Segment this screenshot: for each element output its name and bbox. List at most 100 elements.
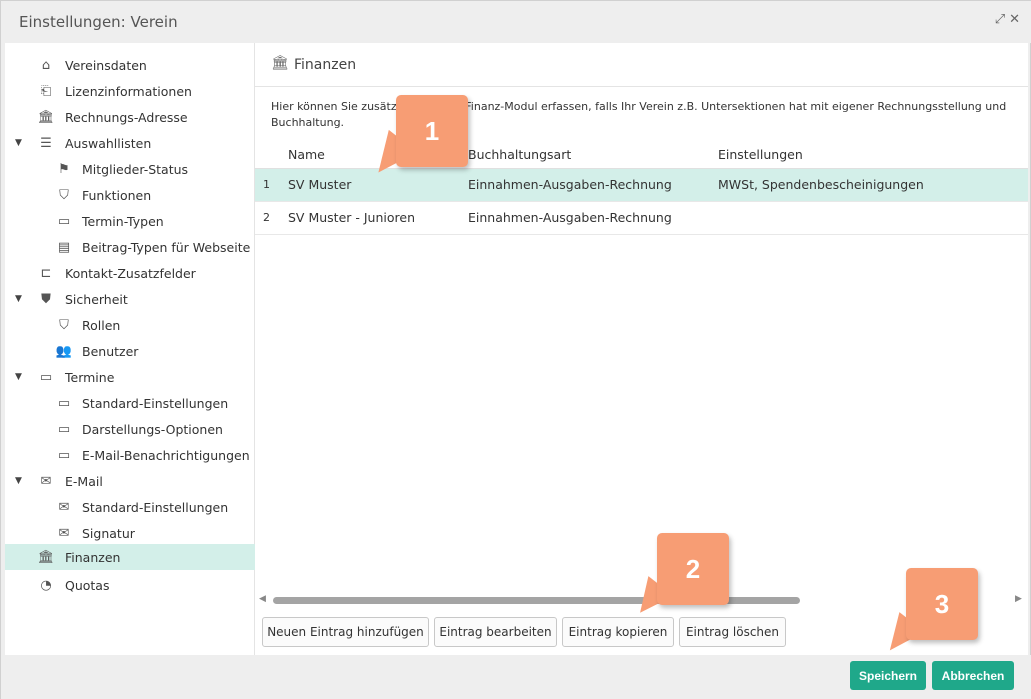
scroll-left-icon[interactable]: ◀: [259, 594, 266, 604]
home-icon: ⌂: [41, 57, 51, 73]
sidebar-item-label: Funktionen: [82, 187, 152, 203]
save-button[interactable]: Speichern: [850, 661, 926, 690]
sidebar-item-label: Benutzer: [82, 343, 139, 359]
role-shield-icon: ⛉: [59, 317, 69, 333]
title-bar: Einstellungen: Verein ⤢ ✕: [1, 1, 1031, 43]
sidebar-item-benutzer[interactable]: 👥 Benutzer: [5, 339, 255, 363]
list-icon: ☰: [40, 135, 52, 151]
cell-buchhaltungsart: Einnahmen-Ausgaben-Rechnung: [468, 210, 672, 225]
sidebar-item-signatur[interactable]: ✉ Signatur: [5, 521, 255, 545]
sidebar-item-finanzen[interactable]: 🏛 Finanzen: [5, 544, 255, 570]
bank-icon: 🏛: [37, 549, 55, 565]
field-add-icon: ⊏: [40, 265, 52, 281]
sidebar-item-label: Mitglieder-Status: [82, 161, 189, 177]
sidebar-item-sicherheit[interactable]: ▼ ⛊ Sicherheit: [5, 287, 255, 311]
sidebar-item-auswahllisten[interactable]: ▼ ☰ Auswahllisten: [5, 131, 255, 155]
sidebar-item-label: Vereinsdaten: [65, 57, 147, 73]
sidebar-item-label: Darstellungs-Optionen: [82, 421, 223, 437]
sidebar-item-label: Quotas: [65, 577, 110, 593]
mail-icon: ✉: [58, 525, 70, 541]
cell-einstellungen: MWSt, Spendenbescheinigungen: [718, 177, 924, 192]
pie-chart-icon: ◔: [40, 577, 52, 593]
delete-entry-button[interactable]: Eintrag löschen: [679, 617, 786, 647]
sidebar-item-email-standard[interactable]: ✉ Standard-Einstellungen: [5, 495, 255, 519]
sidebar-item-termin-typen[interactable]: ▭ Termin-Typen: [5, 209, 255, 233]
mail-icon: ✉: [40, 473, 52, 489]
sidebar-item-label: Lizenzinformationen: [65, 83, 192, 99]
caret-down-icon[interactable]: ▼: [15, 476, 22, 486]
scroll-right-icon[interactable]: ▶: [1015, 594, 1022, 604]
calendar-icon: ▭: [57, 213, 71, 229]
calendar-icon: ▭: [57, 447, 71, 463]
calendar-icon: ▭: [57, 421, 71, 437]
sidebar-item-email-benachrichtigungen[interactable]: ▭ E-Mail-Benachrichtigungen: [5, 443, 255, 467]
edit-entry-button[interactable]: Eintrag bearbeiten: [434, 617, 557, 647]
sidebar-item-termine[interactable]: ▼ ▭ Termine: [5, 365, 255, 389]
sidebar-item-label: Rechnungs-Adresse: [65, 109, 188, 125]
sidebar-item-darstellungs-optionen[interactable]: ▭ Darstellungs-Optionen: [5, 417, 255, 441]
flag-icon: ⚑: [58, 161, 70, 177]
sidebar-item-rollen[interactable]: ⛉ Rollen: [5, 313, 255, 337]
document-icon: ▤: [57, 239, 71, 255]
calendar-icon: ▭: [39, 369, 53, 385]
panel-description: Hier können Sie zusätzli en für das Fina…: [271, 100, 1007, 129]
sidebar-item-vereinsdaten[interactable]: ⌂ Vereinsdaten: [5, 53, 255, 77]
sidebar-item-label: Auswahllisten: [65, 135, 152, 151]
sidebar-item-mitglieder-status[interactable]: ⚑ Mitglieder-Status: [5, 157, 255, 181]
users-icon: 👥: [55, 343, 73, 359]
row-number: 1: [263, 178, 270, 191]
column-header-buchhaltungsart[interactable]: Buchhaltungsart: [468, 147, 571, 162]
sidebar-item-beitrag-typen[interactable]: ▤ Beitrag-Typen für Webseite: [5, 235, 255, 259]
column-header-name[interactable]: Name: [288, 147, 325, 162]
calendar-icon: ▭: [57, 395, 71, 411]
caret-down-icon[interactable]: ▼: [15, 294, 22, 304]
sidebar-item-label: E-Mail-Benachrichtigungen: [82, 447, 250, 463]
dialog-footer: Speichern Abbrechen: [1, 655, 1031, 699]
finanzen-panel: 🏛 Finanzen Hier können Sie zusätzli en f…: [255, 43, 1028, 655]
mail-icon: ✉: [58, 499, 70, 515]
sidebar-item-rechnungs-adresse[interactable]: 🏛 Rechnungs-Adresse: [5, 105, 255, 129]
cell-buchhaltungsart: Einnahmen-Ausgaben-Rechnung: [468, 177, 672, 192]
table-row[interactable]: 2 SV Muster - Junioren Einnahmen-Ausgabe…: [255, 202, 1028, 235]
sidebar-item-label: E-Mail: [65, 473, 103, 489]
cancel-button[interactable]: Abbrechen: [932, 661, 1014, 690]
bag-icon: ⎗: [40, 83, 52, 99]
cell-name: SV Muster - Junioren: [288, 210, 415, 225]
sidebar-item-label: Signatur: [82, 525, 135, 541]
sidebar-item-funktionen[interactable]: ⛉ Funktionen: [5, 183, 255, 207]
sidebar-item-label: Termin-Typen: [82, 213, 164, 229]
dialog-title: Einstellungen: Verein: [19, 13, 178, 31]
sidebar-item-label: Sicherheit: [65, 291, 128, 307]
add-entry-button[interactable]: Neuen Eintrag hinzufügen: [262, 617, 429, 647]
sidebar-item-label: Rollen: [82, 317, 121, 333]
column-header-einstellungen[interactable]: Einstellungen: [718, 147, 803, 162]
expand-icon[interactable]: ⤢: [995, 12, 1005, 27]
sidebar-item-quotas[interactable]: ◔ Quotas: [5, 573, 255, 597]
caret-down-icon[interactable]: ▼: [15, 372, 22, 382]
callout-marker-1: 1: [396, 95, 468, 167]
sidebar-item-label: Standard-Einstellungen: [82, 395, 229, 411]
close-icon[interactable]: ✕: [1009, 12, 1020, 27]
copy-entry-button[interactable]: Eintrag kopieren: [562, 617, 674, 647]
cell-name: SV Muster: [288, 177, 352, 192]
shield-icon: ⛉: [59, 187, 69, 203]
settings-dialog: Einstellungen: Verein ⤢ ✕ ⌂ Vereinsdaten…: [0, 0, 1031, 699]
sidebar-item-kontakt-zusatzfelder[interactable]: ⊏ Kontakt-Zusatzfelder: [5, 261, 255, 285]
bank-icon: 🏛: [271, 55, 289, 71]
callout-marker-2: 2: [657, 533, 729, 605]
sidebar-item-lizenzinformationen[interactable]: ⎗ Lizenzinformationen: [5, 79, 255, 103]
sidebar-item-label: Kontakt-Zusatzfelder: [65, 265, 196, 281]
caret-down-icon[interactable]: ▼: [15, 138, 22, 148]
panel-header: 🏛 Finanzen: [255, 43, 1028, 87]
window-controls: ⤢ ✕: [995, 12, 1020, 27]
sidebar-item-email[interactable]: ▼ ✉ E-Mail: [5, 469, 255, 493]
sidebar-item-termine-standard[interactable]: ▭ Standard-Einstellungen: [5, 391, 255, 415]
row-number: 2: [263, 211, 270, 224]
security-shield-icon: ⛊: [41, 291, 51, 307]
settings-navigation: ⌂ Vereinsdaten ⎗ Lizenzinformationen 🏛 R…: [5, 43, 255, 655]
bank-icon: 🏛: [37, 109, 55, 125]
callout-marker-3: 3: [906, 568, 978, 640]
sidebar-item-label: Termine: [65, 369, 115, 385]
table-row[interactable]: 1 SV Muster Einnahmen-Ausgaben-Rechnung …: [255, 169, 1028, 202]
page-title: Finanzen: [294, 57, 357, 73]
